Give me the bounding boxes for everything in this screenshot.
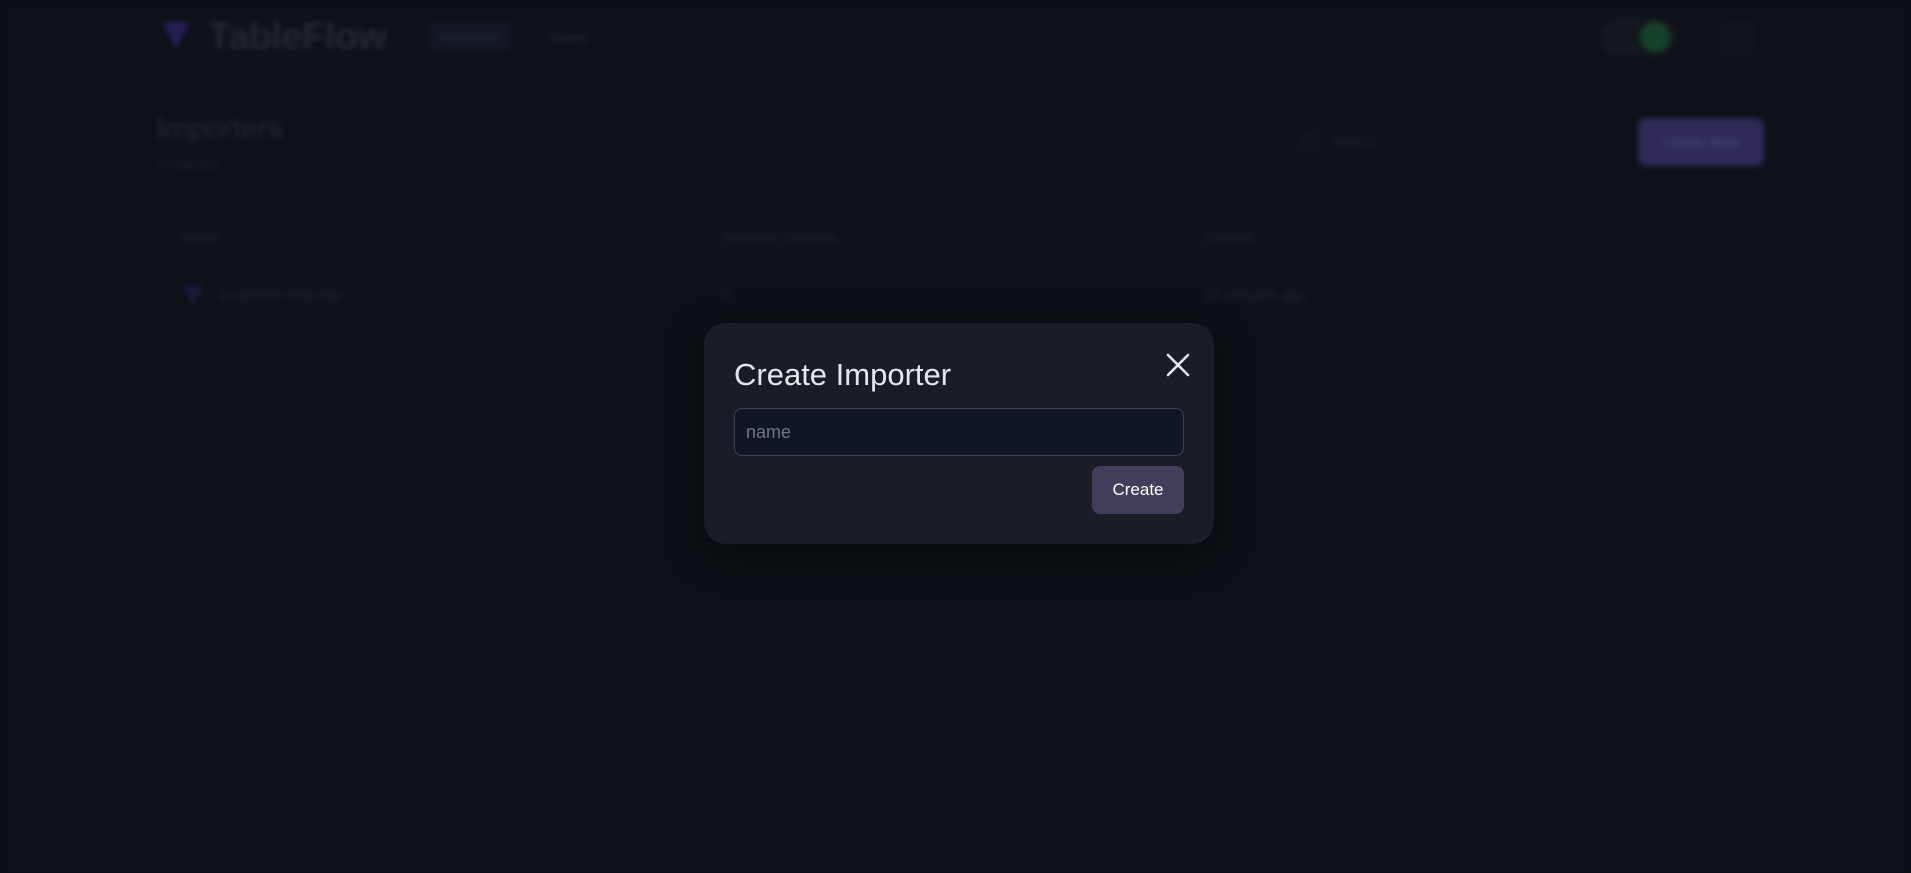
table-row-columns: 0 bbox=[721, 287, 730, 304]
table-row-name[interactable]: Customer Importer bbox=[219, 287, 344, 304]
create-importer-dialog: Create Importer Create bbox=[704, 323, 1214, 544]
nav-tab-users[interactable]: Users bbox=[538, 22, 599, 52]
top-navigation-bar: TableFlow Importers Users bbox=[0, 0, 1911, 76]
avatar bbox=[1640, 22, 1670, 52]
create-new-button[interactable]: Create New bbox=[1638, 118, 1764, 166]
search-placeholder: Search bbox=[1331, 133, 1376, 149]
table-header: Name Template Columns Created bbox=[155, 211, 1763, 265]
column-header-template-columns[interactable]: Template Columns bbox=[721, 229, 837, 245]
search-icon bbox=[1301, 133, 1317, 149]
importer-name-input[interactable] bbox=[734, 408, 1184, 456]
column-header-name[interactable]: Name bbox=[181, 229, 218, 245]
page-subtitle: 1 importer bbox=[156, 156, 220, 172]
create-button[interactable]: Create bbox=[1092, 466, 1184, 514]
column-header-created[interactable]: Created bbox=[1203, 229, 1253, 245]
dialog-title: Create Importer bbox=[734, 357, 952, 392]
settings-icon[interactable] bbox=[1720, 20, 1756, 56]
user-avatar-toggle[interactable] bbox=[1600, 18, 1678, 56]
tableflow-logo-icon bbox=[162, 22, 190, 50]
app-name: TableFlow bbox=[208, 16, 387, 58]
table-row-created: 12 minutes ago bbox=[1203, 287, 1306, 304]
importers-table: Name Template Columns Created Customer I… bbox=[154, 210, 1764, 320]
page-title: Importers bbox=[156, 112, 283, 145]
importer-icon bbox=[183, 286, 203, 305]
search-input[interactable]: Search bbox=[1286, 120, 1616, 162]
nav-tab-importers[interactable]: Importers bbox=[428, 22, 512, 52]
close-icon[interactable] bbox=[1160, 347, 1196, 383]
